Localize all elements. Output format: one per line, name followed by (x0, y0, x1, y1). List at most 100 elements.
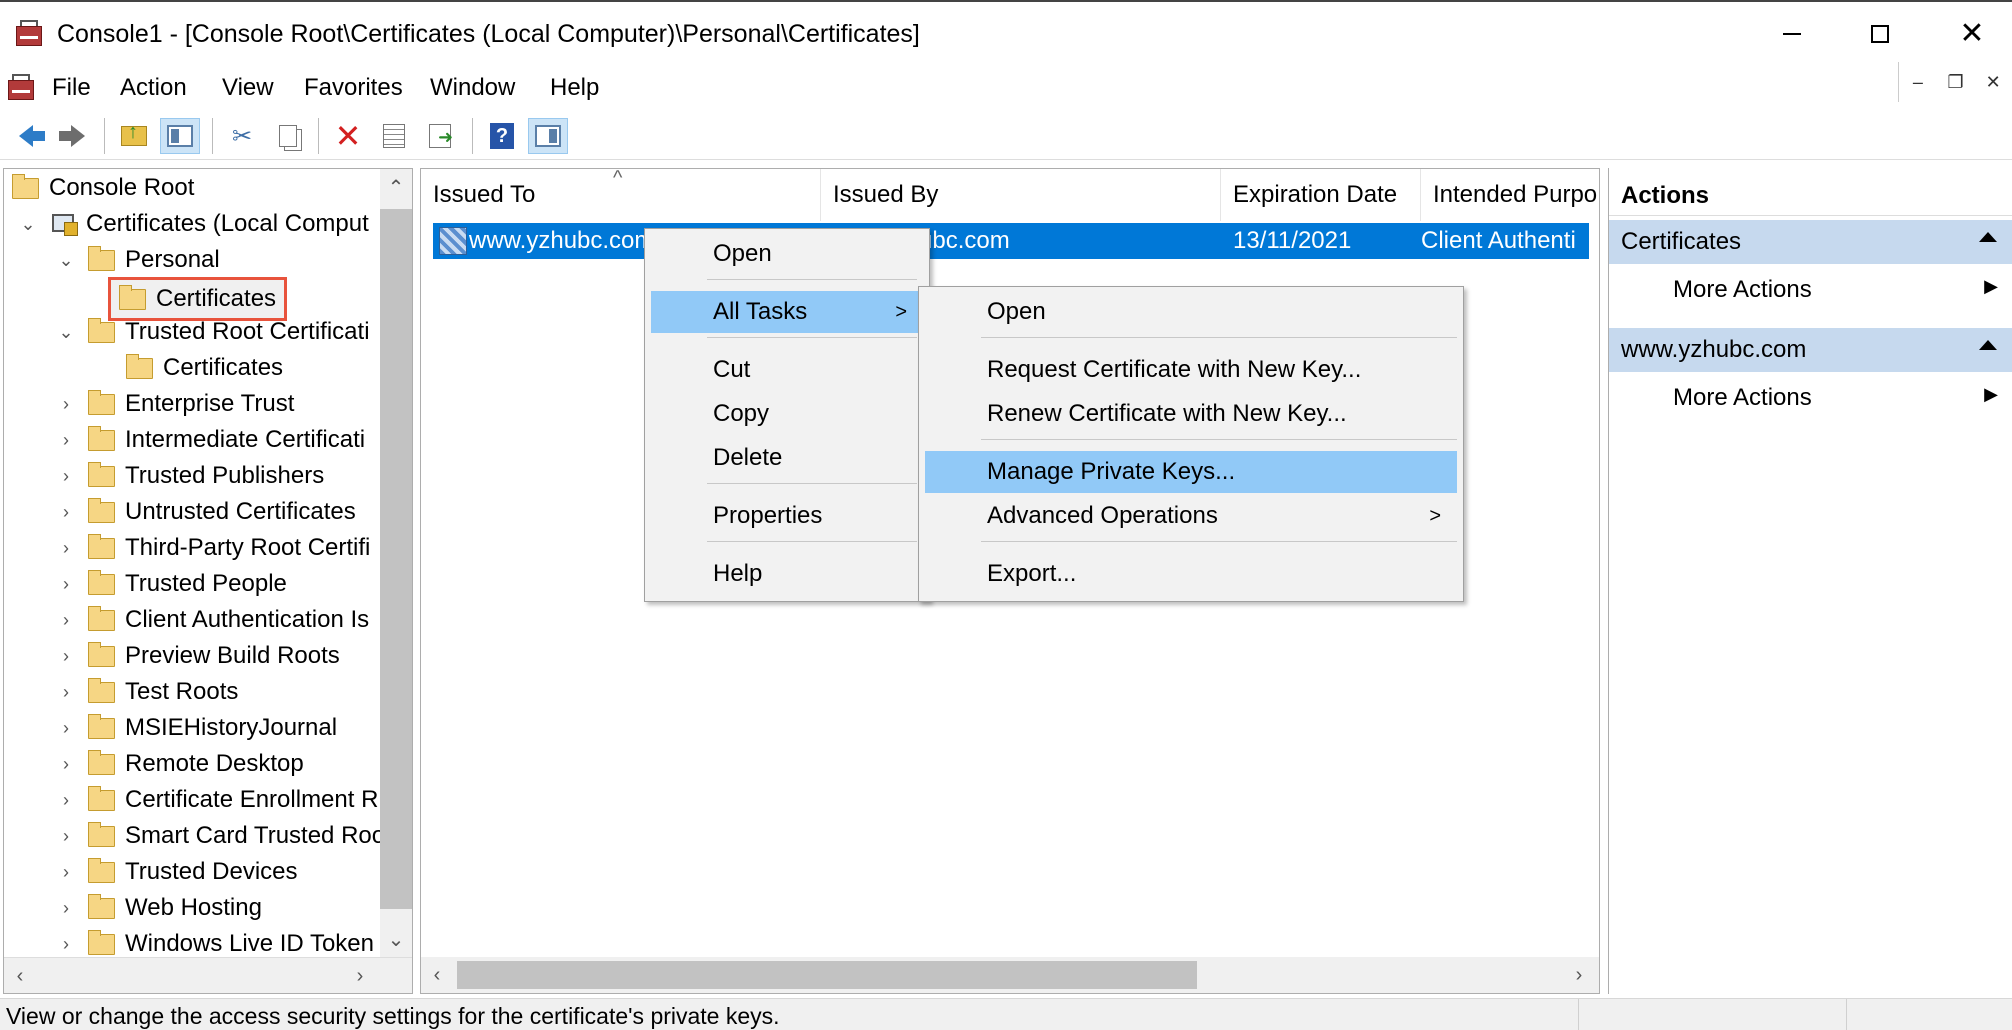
sub-request-certificate-new-key[interactable]: Request Certificate with New Key... (925, 349, 1457, 391)
menu-action[interactable]: Action (114, 72, 193, 104)
chevron-right-icon[interactable]: › (56, 574, 76, 594)
more-actions-certificates[interactable]: More Actions (1673, 276, 2003, 304)
tree-item-test-roots[interactable]: › Test Roots (56, 675, 238, 709)
console-system-menu-icon[interactable] (6, 74, 36, 102)
export-list-button[interactable] (420, 118, 460, 154)
chevron-right-icon[interactable]: › (56, 466, 76, 486)
sub-export[interactable]: Export... (925, 553, 1457, 595)
tree-item-client-auth-issuers[interactable]: › Client Authentication Is (56, 603, 369, 637)
chevron-down-icon[interactable]: ⌄ (56, 322, 76, 342)
scroll-left-icon[interactable]: ‹ (4, 960, 36, 992)
tree-item-trusted-publishers[interactable]: › Trusted Publishers (56, 459, 324, 493)
actions-section-certificates[interactable]: Certificates (1609, 220, 2012, 264)
collapse-icon[interactable] (1979, 340, 1997, 350)
chevron-right-icon[interactable]: › (56, 826, 76, 846)
tree-item-third-party-root[interactable]: › Third-Party Root Certifi (56, 531, 370, 565)
tree-horizontal-scrollbar[interactable]: ‹ › (4, 957, 412, 993)
chevron-right-icon[interactable]: › (56, 502, 76, 522)
chevron-down-icon[interactable]: ⌄ (56, 250, 76, 270)
up-one-level-button[interactable] (114, 118, 154, 154)
scroll-right-icon[interactable]: › (1563, 959, 1595, 991)
show-hide-console-tree-button[interactable] (160, 118, 200, 154)
scroll-right-icon[interactable]: › (344, 960, 376, 992)
column-header-issued-by[interactable]: Issued By (821, 169, 1221, 221)
column-header-issued-to[interactable]: Issued To ^ (421, 169, 821, 221)
child-close-icon[interactable]: ✕ (1974, 62, 2012, 102)
delete-icon: ✕ (334, 118, 362, 154)
list-horizontal-scroll-thumb[interactable] (457, 961, 1197, 989)
close-button[interactable]: ✕ (1940, 12, 2004, 56)
show-hide-action-pane-button[interactable] (528, 118, 568, 154)
tree-item-remote-desktop[interactable]: › Remote Desktop (56, 747, 304, 781)
chevron-right-icon[interactable]: › (56, 610, 76, 630)
chevron-right-icon[interactable]: › (56, 394, 76, 414)
scroll-down-icon[interactable]: ⌄ (380, 923, 412, 955)
chevron-right-icon[interactable]: › (56, 646, 76, 666)
ctx-cut[interactable]: Cut (651, 349, 923, 391)
tree-item-smart-card-trusted-roots[interactable]: › Smart Card Trusted Roo (56, 819, 385, 853)
chevron-right-icon[interactable]: › (56, 682, 76, 702)
scroll-left-icon[interactable]: ‹ (421, 959, 453, 991)
help-button[interactable]: ? (482, 118, 522, 154)
menu-help[interactable]: Help (544, 72, 605, 104)
chevron-right-icon[interactable]: › (56, 898, 76, 918)
sub-advanced-operations[interactable]: Advanced Operations > (925, 495, 1457, 537)
chevron-right-icon[interactable]: › (56, 934, 76, 954)
chevron-right-icon[interactable]: › (56, 754, 76, 774)
tree-item-console-root[interactable]: Console Root (12, 171, 194, 205)
ctx-delete[interactable]: Delete (651, 437, 923, 479)
list-horizontal-scrollbar[interactable]: ‹ › (421, 957, 1599, 993)
chevron-right-icon[interactable]: › (56, 538, 76, 558)
chevron-right-icon[interactable]: › (56, 430, 76, 450)
tree-vertical-scroll-thumb[interactable] (380, 209, 412, 909)
tree-item-intermediate[interactable]: › Intermediate Certificati (56, 423, 365, 457)
mmc-app-icon[interactable] (14, 20, 44, 48)
tree-item-preview-build-roots[interactable]: › Preview Build Roots (56, 639, 340, 673)
sub-manage-private-keys[interactable]: Manage Private Keys... (925, 451, 1457, 493)
tree-item-untrusted[interactable]: › Untrusted Certificates (56, 495, 356, 529)
tree-item-trusted-devices[interactable]: › Trusted Devices (56, 855, 298, 889)
actions-section-selected-certificate[interactable]: www.yzhubc.com (1609, 328, 2012, 372)
copy-button[interactable] (268, 118, 308, 154)
ctx-all-tasks[interactable]: All Tasks > (651, 291, 923, 333)
menu-file[interactable]: File (46, 72, 97, 104)
chevron-down-icon[interactable]: ⌄ (18, 214, 38, 234)
tree-item-windows-live-id-token[interactable]: › Windows Live ID Token (56, 927, 374, 961)
menu-window[interactable]: Window (424, 72, 521, 104)
ctx-copy[interactable]: Copy (651, 393, 923, 435)
minimize-button[interactable] (1760, 12, 1824, 56)
back-button[interactable] (6, 118, 46, 154)
tree-item-enterprise-trust[interactable]: › Enterprise Trust (56, 387, 294, 421)
cut-button[interactable]: ✂ (222, 118, 262, 154)
more-actions-selected-certificate[interactable]: More Actions (1673, 384, 2003, 412)
sub-renew-certificate-new-key[interactable]: Renew Certificate with New Key... (925, 393, 1457, 435)
scroll-up-icon[interactable]: ⌃ (380, 171, 412, 203)
table-row[interactable]: www.yzhubc.com ubc.com 13/11/2021 Client… (433, 223, 1589, 259)
delete-button[interactable]: ✕ (328, 118, 368, 154)
chevron-right-icon[interactable]: › (56, 718, 76, 738)
chevron-right-icon[interactable]: › (56, 862, 76, 882)
tree-item-trusted-people[interactable]: › Trusted People (56, 567, 287, 601)
tree-item-trusted-root[interactable]: ⌄ Trusted Root Certificati (56, 315, 370, 349)
ctx-properties[interactable]: Properties (651, 495, 923, 537)
column-header-expiration-date[interactable]: Expiration Date (1221, 169, 1421, 221)
tree-item-personal[interactable]: ⌄ Personal (56, 243, 220, 277)
menu-favorites[interactable]: Favorites (298, 72, 409, 104)
ctx-open[interactable]: Open (651, 233, 923, 275)
menu-view[interactable]: View (216, 72, 280, 104)
child-restore-icon[interactable]: ❐ (1937, 62, 1975, 102)
properties-button[interactable] (374, 118, 414, 154)
child-minimize-icon[interactable]: – (1899, 62, 1937, 102)
tree-item-trusted-root-certificates[interactable]: Certificates (126, 351, 283, 385)
tree-item-certificate-enrollment[interactable]: › Certificate Enrollment R (56, 783, 378, 817)
tree-item-web-hosting[interactable]: › Web Hosting (56, 891, 262, 925)
ctx-help[interactable]: Help (651, 553, 923, 595)
forward-button[interactable] (52, 118, 92, 154)
sub-open[interactable]: Open (925, 291, 1457, 333)
column-header-intended-purposes[interactable]: Intended Purpo (1421, 169, 1599, 221)
tree-item-certificates-local-computer[interactable]: ⌄ Certificates (Local Comput (18, 207, 368, 241)
collapse-icon[interactable] (1979, 232, 1997, 242)
tree-item-msie-history-journal[interactable]: › MSIEHistoryJournal (56, 711, 337, 745)
chevron-right-icon[interactable]: › (56, 790, 76, 810)
maximize-button[interactable] (1848, 12, 1912, 56)
